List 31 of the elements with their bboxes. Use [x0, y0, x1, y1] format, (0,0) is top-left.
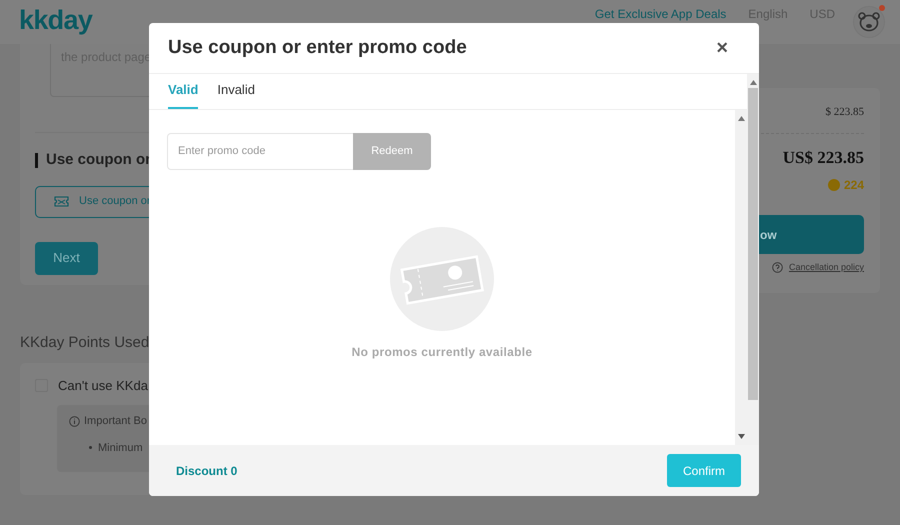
section-heading: Use coupon or [46, 150, 152, 170]
app-deals-link[interactable]: Get Exclusive App Deals [594, 5, 726, 23]
ticket-icon [54, 196, 69, 207]
close-button[interactable]: × [716, 38, 728, 58]
scrollbar-thumb[interactable] [748, 88, 758, 400]
scrollbar[interactable] [747, 74, 759, 445]
help-icon [772, 262, 783, 274]
discount-label: Discount 0 [176, 462, 238, 480]
scrollbar[interactable] [735, 110, 747, 445]
logo[interactable]: kkday [19, 6, 92, 34]
coin-icon [828, 179, 840, 191]
next-button[interactable]: Next [35, 242, 98, 274]
avatar[interactable] [853, 6, 885, 38]
scroll-up-icon[interactable] [750, 80, 756, 85]
checkbox-label: Can't use KKda [58, 376, 148, 394]
confirm-button[interactable]: Confirm [667, 454, 741, 487]
tab[interactable]: Invalid [217, 73, 255, 109]
bear-icon [858, 12, 880, 32]
scroll-up-icon[interactable] [738, 116, 744, 121]
notice-title: Important Bo [84, 414, 147, 429]
tab[interactable]: Valid [168, 73, 198, 109]
total-price: US$ 223.85 [782, 146, 864, 168]
scroll-down-icon[interactable] [738, 434, 744, 439]
subtotal-price: $ 223.85 [826, 105, 864, 120]
points-earned: 224 [844, 177, 864, 194]
empty-message: No promos currently available [352, 344, 532, 361]
dialog-title: Use coupon or enter promo code [168, 36, 467, 60]
notice-item: Minimum [98, 440, 143, 456]
section-heading: KKday Points Used [20, 333, 150, 353]
cancellation-link[interactable]: Cancellation policy [788, 261, 864, 274]
info-icon [69, 416, 80, 427]
